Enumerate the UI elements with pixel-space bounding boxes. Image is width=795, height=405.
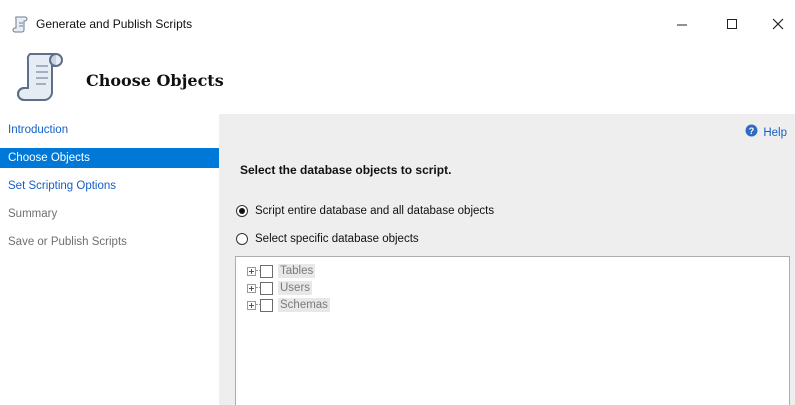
help-link[interactable]: ? Help (745, 124, 787, 142)
expand-icon[interactable] (247, 283, 256, 293)
radio-button-unselected[interactable] (236, 233, 248, 245)
option-entire-database[interactable]: Script entire database and all database … (236, 205, 494, 217)
wizard-header: Choose Objects (0, 46, 795, 114)
checkbox[interactable] (260, 281, 273, 295)
expand-icon[interactable] (247, 266, 256, 276)
minimize-button[interactable] (662, 9, 702, 39)
tree-item-users[interactable]: Users (247, 280, 313, 296)
wizard-steps-sidebar: Introduction Choose Objects Set Scriptin… (0, 114, 219, 405)
sidebar-item-set-scripting-options[interactable]: Set Scripting Options (0, 176, 219, 196)
scroll-icon (12, 48, 72, 106)
option-specific-objects[interactable]: Select specific database objects (236, 233, 419, 245)
main-panel: ? Help Select the database objects to sc… (219, 114, 795, 405)
tree-item-label: Users (278, 281, 313, 295)
checkbox[interactable] (260, 298, 273, 312)
instruction-text: Select the database objects to script. (240, 163, 452, 177)
tree-item-label: Schemas (278, 298, 330, 312)
sidebar-item-introduction[interactable]: Introduction (0, 120, 219, 140)
close-icon (772, 18, 784, 30)
help-label: Help (763, 127, 787, 139)
script-icon (12, 15, 30, 33)
tree-item-tables[interactable]: Tables (247, 263, 316, 279)
close-button[interactable] (758, 9, 795, 39)
maximize-button[interactable] (712, 9, 752, 39)
help-icon: ? (745, 124, 758, 142)
maximize-icon (727, 19, 737, 29)
page-title: Choose Objects (86, 71, 224, 90)
window-title: Generate and Publish Scripts (36, 17, 193, 31)
sidebar-item-choose-objects[interactable]: Choose Objects (0, 148, 219, 168)
option-specific-objects-label: Select specific database objects (255, 233, 419, 245)
svg-text:?: ? (749, 126, 755, 136)
expand-icon[interactable] (247, 300, 256, 310)
radio-button-selected[interactable] (236, 205, 248, 217)
checkbox[interactable] (260, 264, 273, 278)
objects-tree[interactable]: Tables Users Schemas (235, 256, 790, 405)
tree-item-schemas[interactable]: Schemas (247, 297, 330, 313)
minimize-icon (677, 24, 687, 26)
sidebar-item-summary: Summary (8, 208, 58, 220)
title-bar: Generate and Publish Scripts (0, 0, 795, 46)
option-entire-database-label: Script entire database and all database … (255, 205, 495, 217)
sidebar-item-save-or-publish: Save or Publish Scripts (8, 236, 127, 248)
tree-item-label: Tables (278, 264, 316, 278)
